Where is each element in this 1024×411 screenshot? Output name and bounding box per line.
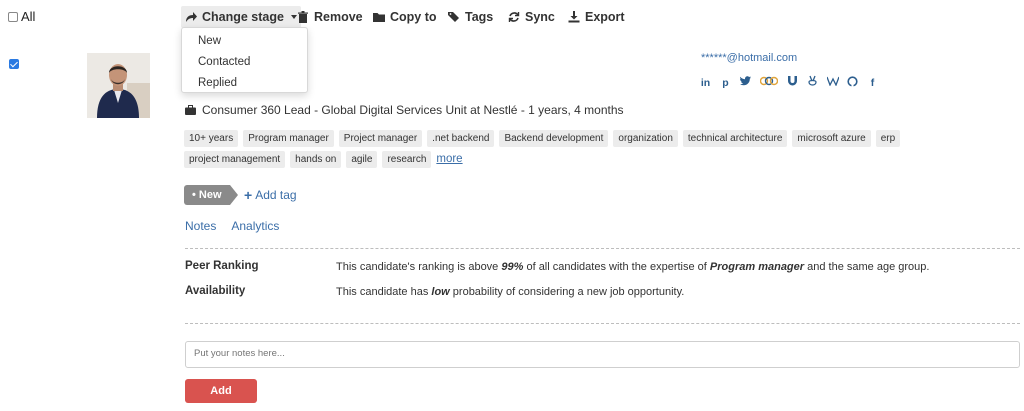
job-title: Consumer 360 Lead - Global Digital Servi…: [185, 103, 624, 117]
meetup-icon[interactable]: [759, 76, 779, 89]
stage-badge[interactable]: • New: [184, 185, 238, 205]
linkedin-icon[interactable]: in: [700, 77, 711, 89]
skill-tag: Backend development: [499, 130, 609, 147]
folder-icon: [373, 13, 385, 22]
skill-tag: hands on: [290, 151, 342, 168]
candidate-email[interactable]: ******@hotmail.com: [701, 52, 797, 64]
stage-badge-label: New: [198, 189, 222, 201]
divider: [185, 248, 1020, 249]
more-tags-link[interactable]: more: [436, 151, 462, 168]
skill-tag: project management: [184, 151, 286, 168]
tags-button[interactable]: Tags: [448, 6, 493, 28]
copy-to-label: Copy to: [390, 10, 437, 24]
wordpress-icon[interactable]: [826, 76, 840, 89]
producthunt-icon[interactable]: p: [720, 77, 731, 89]
skill-tag: agile: [346, 151, 378, 168]
stage-option-contacted[interactable]: Contacted: [182, 52, 307, 73]
add-tag-label: Add tag: [255, 188, 297, 202]
checkbox-box[interactable]: [8, 11, 18, 22]
sync-button[interactable]: Sync: [508, 6, 555, 28]
peer-ranking-skill: Program manager: [709, 261, 805, 273]
candidate-tabs: Notes Analytics: [185, 219, 279, 233]
profile-photo-icon: [87, 53, 150, 118]
social-links: in p f: [700, 75, 878, 90]
stage-option-replied[interactable]: Replied: [182, 73, 307, 94]
select-all-label: All: [21, 9, 36, 24]
avatar: [87, 53, 150, 118]
skill-tag: erp: [875, 130, 901, 147]
sync-label: Sync: [525, 10, 555, 24]
job-title-text: Consumer 360 Lead - Global Digital Servi…: [202, 103, 624, 117]
tags-icon: [448, 12, 459, 22]
tab-notes[interactable]: Notes: [185, 219, 216, 233]
export-label: Export: [585, 10, 625, 24]
availability-level: low: [431, 286, 450, 298]
change-stage-button[interactable]: Change stage: [181, 6, 301, 28]
skill-tag: Program manager: [243, 130, 334, 147]
notes-input[interactable]: [185, 341, 1020, 368]
magnet-icon[interactable]: [787, 75, 798, 90]
sync-icon: [508, 12, 520, 22]
skill-tag: Project manager: [338, 130, 423, 147]
plus-icon: +: [244, 187, 253, 203]
facebook-icon[interactable]: f: [867, 77, 878, 89]
export-button[interactable]: Export: [568, 6, 625, 28]
tags-label: Tags: [465, 10, 494, 24]
twitter-icon[interactable]: [740, 76, 751, 89]
copy-to-button[interactable]: Copy to: [373, 6, 437, 28]
candidate-checkbox[interactable]: [9, 59, 19, 69]
skill-tag: 10+ years: [184, 130, 239, 147]
availability-label: Availability: [185, 285, 246, 297]
availability-text: This candidate has low probability of co…: [336, 286, 685, 298]
toolbar: All Change stage Remove Copy to Tags Syn…: [0, 0, 1024, 34]
skill-tag: microsoft azure: [792, 130, 871, 147]
peer-ranking-label: Peer Ranking: [185, 260, 259, 272]
skill-tag: technical architecture: [682, 130, 788, 147]
stage-option-new[interactable]: New: [182, 31, 307, 52]
divider: [185, 323, 1020, 324]
add-tag-button[interactable]: + Add tag: [244, 188, 297, 202]
remove-label: Remove: [314, 10, 363, 24]
select-all-checkbox[interactable]: All: [8, 9, 35, 24]
skill-tag: .net backend: [427, 130, 495, 147]
github-icon[interactable]: [847, 75, 858, 90]
skill-tags: 10+ years Program manager Project manage…: [184, 130, 1004, 168]
trash-icon: [298, 11, 308, 23]
briefcase-icon: [185, 105, 196, 115]
tab-analytics[interactable]: Analytics: [231, 219, 279, 233]
share-arrow-icon: [186, 12, 197, 22]
skill-tag: research: [382, 151, 432, 168]
remove-button[interactable]: Remove: [297, 6, 363, 28]
peer-ranking-text: This candidate's ranking is above 99% of…: [336, 261, 930, 273]
change-stage-label: Change stage: [202, 10, 284, 24]
peer-ranking-percent: 99%: [501, 261, 524, 273]
download-icon: [568, 11, 580, 23]
change-stage-dropdown: New Contacted Replied: [181, 27, 308, 93]
add-note-button[interactable]: Add: [185, 379, 257, 403]
skill-tag: organization: [613, 130, 678, 147]
angellist-icon[interactable]: [807, 75, 818, 90]
